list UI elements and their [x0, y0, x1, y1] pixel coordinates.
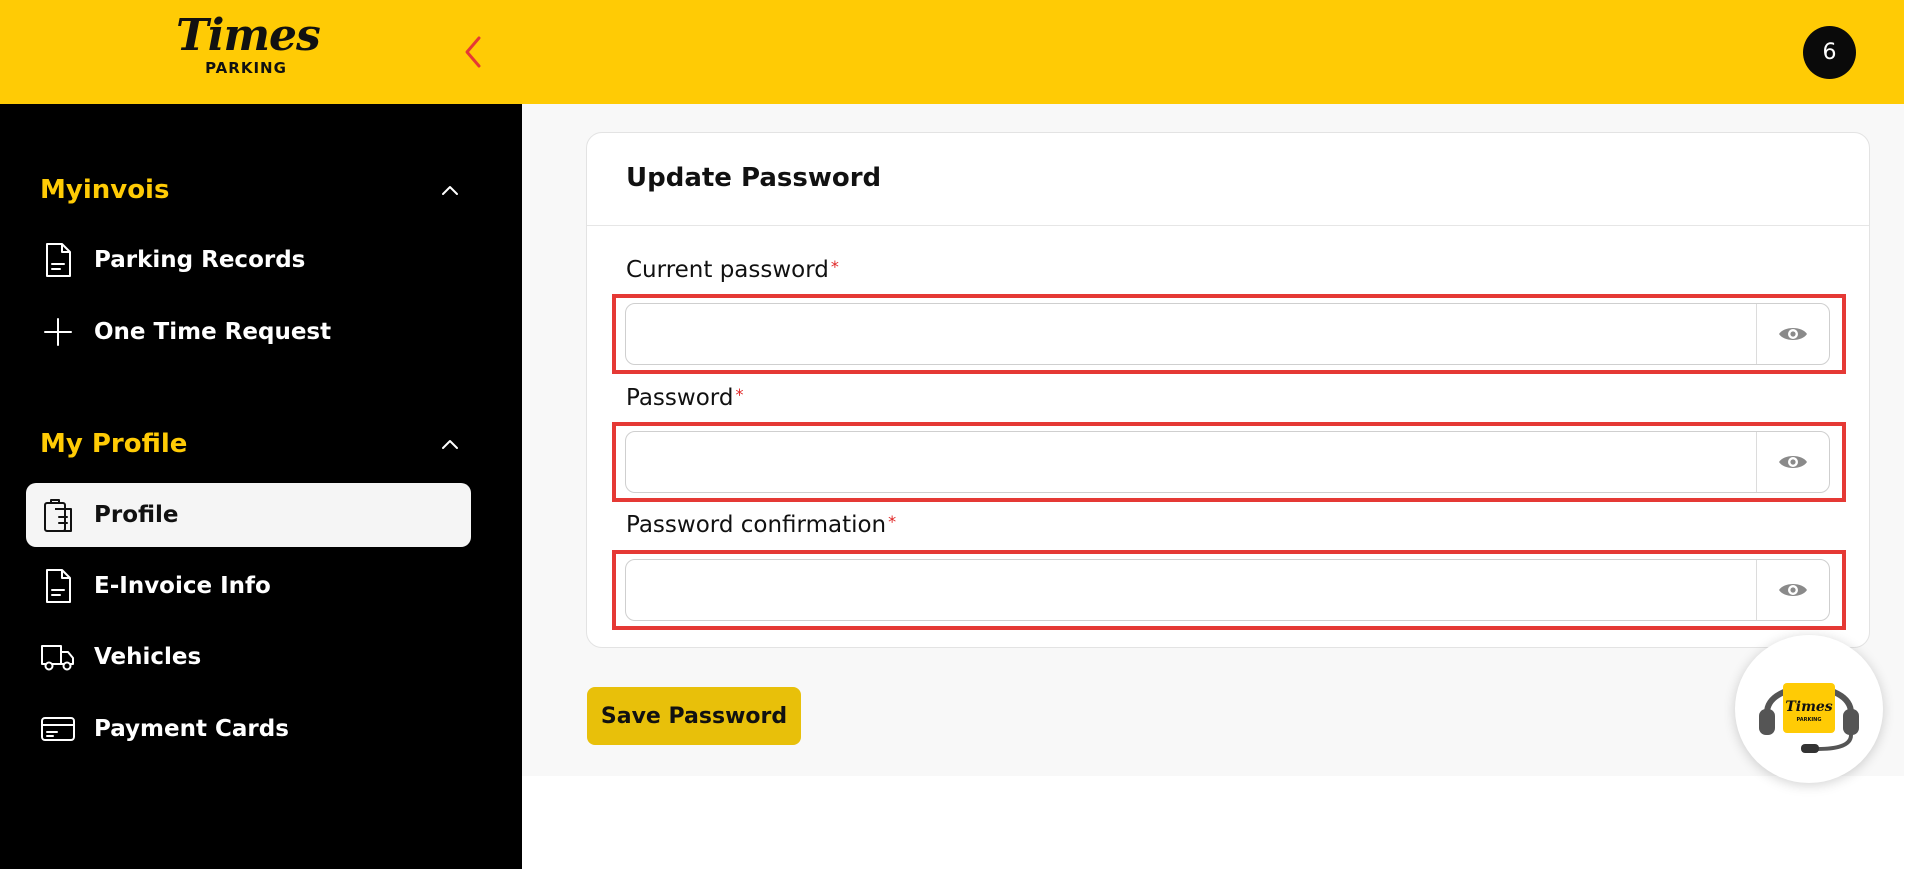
- divider: [587, 225, 1869, 226]
- scrollbar-track[interactable]: [1904, 0, 1920, 776]
- headset-support-icon: Times PARKING: [1759, 683, 1859, 753]
- current-password-field: [625, 303, 1830, 365]
- password-input[interactable]: [626, 432, 1756, 492]
- sidebar-item-vehicles[interactable]: Vehicles: [26, 625, 471, 689]
- section-myinvois[interactable]: Myinvois: [40, 170, 460, 210]
- collapse-sidebar-button[interactable]: [458, 32, 488, 72]
- sidebar-item-e-invoice-info[interactable]: E-Invoice Info: [26, 554, 471, 618]
- password-confirmation-field: [625, 559, 1830, 621]
- sidebar-item-label: Parking Records: [94, 247, 306, 273]
- current-password-input[interactable]: [626, 304, 1756, 364]
- user-avatar[interactable]: 6: [1803, 26, 1856, 79]
- password-label: Password *: [626, 385, 743, 411]
- password-confirmation-label: Password confirmation *: [626, 512, 896, 538]
- sidebar-item-profile[interactable]: Profile: [26, 483, 471, 547]
- sidebar-item-payment-cards[interactable]: Payment Cards: [26, 697, 471, 761]
- sidebar-item-label: Profile: [94, 502, 179, 528]
- top-header: Times PARKING 6: [0, 0, 1904, 104]
- document-icon: [40, 242, 76, 278]
- sidebar-item-label: Payment Cards: [94, 716, 289, 742]
- required-marker: *: [888, 512, 897, 531]
- logo-title: Times: [176, 10, 321, 61]
- sidebar-item-label: One Time Request: [94, 319, 332, 345]
- toggle-visibility-button[interactable]: [1756, 304, 1829, 364]
- current-password-label: Current password *: [626, 257, 839, 283]
- save-password-button[interactable]: Save Password: [587, 687, 801, 745]
- truck-icon: [40, 639, 76, 675]
- times-parking-logo[interactable]: Times PARKING: [176, 10, 321, 84]
- eye-icon: [1779, 584, 1807, 596]
- required-marker: *: [735, 385, 744, 404]
- sidebar-item-one-time-request[interactable]: One Time Request: [26, 300, 471, 364]
- document-icon: [40, 568, 76, 604]
- section-my-profile[interactable]: My Profile: [40, 424, 460, 464]
- eye-icon: [1779, 456, 1807, 468]
- eye-icon: [1779, 328, 1807, 340]
- chevron-up-icon: [442, 440, 458, 449]
- sidebar-item-label: Vehicles: [94, 644, 202, 670]
- plus-icon: [40, 314, 76, 350]
- logo-subtitle: PARKING: [205, 59, 287, 77]
- field-label-text: Password: [626, 385, 734, 411]
- password-confirmation-input[interactable]: [626, 560, 1756, 620]
- password-field: [625, 431, 1830, 493]
- support-chat-widget[interactable]: Times PARKING: [1735, 635, 1883, 783]
- section-title: Myinvois: [40, 175, 170, 205]
- required-marker: *: [830, 257, 839, 276]
- sidebar-item-label: E-Invoice Info: [94, 573, 271, 599]
- widget-logo-title: Times: [1785, 699, 1832, 715]
- clipboard-icon: [40, 497, 76, 533]
- chevron-up-icon: [442, 186, 458, 195]
- field-label-text: Current password: [626, 257, 829, 283]
- credit-card-icon: [40, 711, 76, 747]
- toggle-visibility-button[interactable]: [1756, 432, 1829, 492]
- widget-logo-subtitle: PARKING: [1797, 717, 1822, 723]
- section-title: My Profile: [40, 429, 188, 459]
- toggle-visibility-button[interactable]: [1756, 560, 1829, 620]
- chevron-left-icon: [465, 36, 481, 68]
- field-label-text: Password confirmation: [626, 512, 887, 538]
- sidebar-item-parking-records[interactable]: Parking Records: [26, 228, 471, 292]
- card-title: Update Password: [626, 163, 882, 193]
